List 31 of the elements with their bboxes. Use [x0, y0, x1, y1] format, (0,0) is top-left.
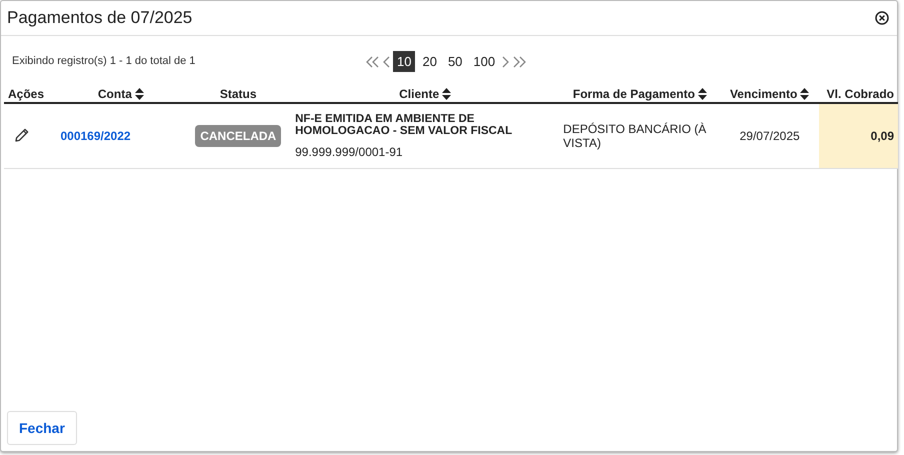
last-page-icon[interactable]	[512, 56, 526, 68]
record-count: Exibindo registro(s) 1 - 1 do total de 1	[11, 55, 196, 67]
table-cell: 29/07/2025	[740, 129, 800, 143]
client-name: NF-E EMITIDA EM AMBIENTE DE HOMOLOGACAO - SEM VALOR FISCAL	[295, 113, 514, 137]
close-button[interactable]: Fechar	[7, 411, 77, 445]
column-header: Vl. Cobrado	[826, 87, 894, 101]
table-cell: DEPÓSITO BANCÁRIO (À VISTA)	[563, 122, 706, 150]
page-size-option[interactable]: 20	[418, 51, 441, 72]
first-page-icon[interactable]	[366, 56, 380, 68]
column-header[interactable]: Vencimento	[730, 87, 798, 101]
sort-icon[interactable]	[134, 88, 144, 100]
previous-page-icon[interactable]	[383, 56, 390, 68]
next-page-icon[interactable]	[502, 56, 510, 68]
page-size-option[interactable]: 50	[444, 51, 466, 72]
column-header: Status	[220, 87, 257, 101]
sort-icon[interactable]	[698, 88, 707, 100]
pencil-icon[interactable]	[14, 126, 30, 142]
page-size-option[interactable]: 100	[469, 51, 500, 72]
close-icon[interactable]	[875, 11, 889, 25]
dialog-title: Pagamentos de 07/2025	[7, 8, 192, 28]
page-size-option[interactable]: 10	[393, 51, 416, 72]
sort-icon[interactable]	[442, 88, 452, 100]
client-document: 99.999.999/0001-91	[295, 145, 404, 159]
sort-icon[interactable]	[800, 88, 810, 100]
column-header[interactable]: Cliente	[399, 87, 440, 101]
column-header[interactable]: Forma de Pagamento	[572, 87, 695, 101]
column-header: Ações	[8, 87, 44, 101]
column-header[interactable]: Conta	[98, 87, 132, 101]
status-tag: CANCELADA	[195, 125, 282, 147]
account-link[interactable]: 000169/2022	[60, 129, 131, 143]
amount-cell: 0,09	[870, 129, 894, 143]
